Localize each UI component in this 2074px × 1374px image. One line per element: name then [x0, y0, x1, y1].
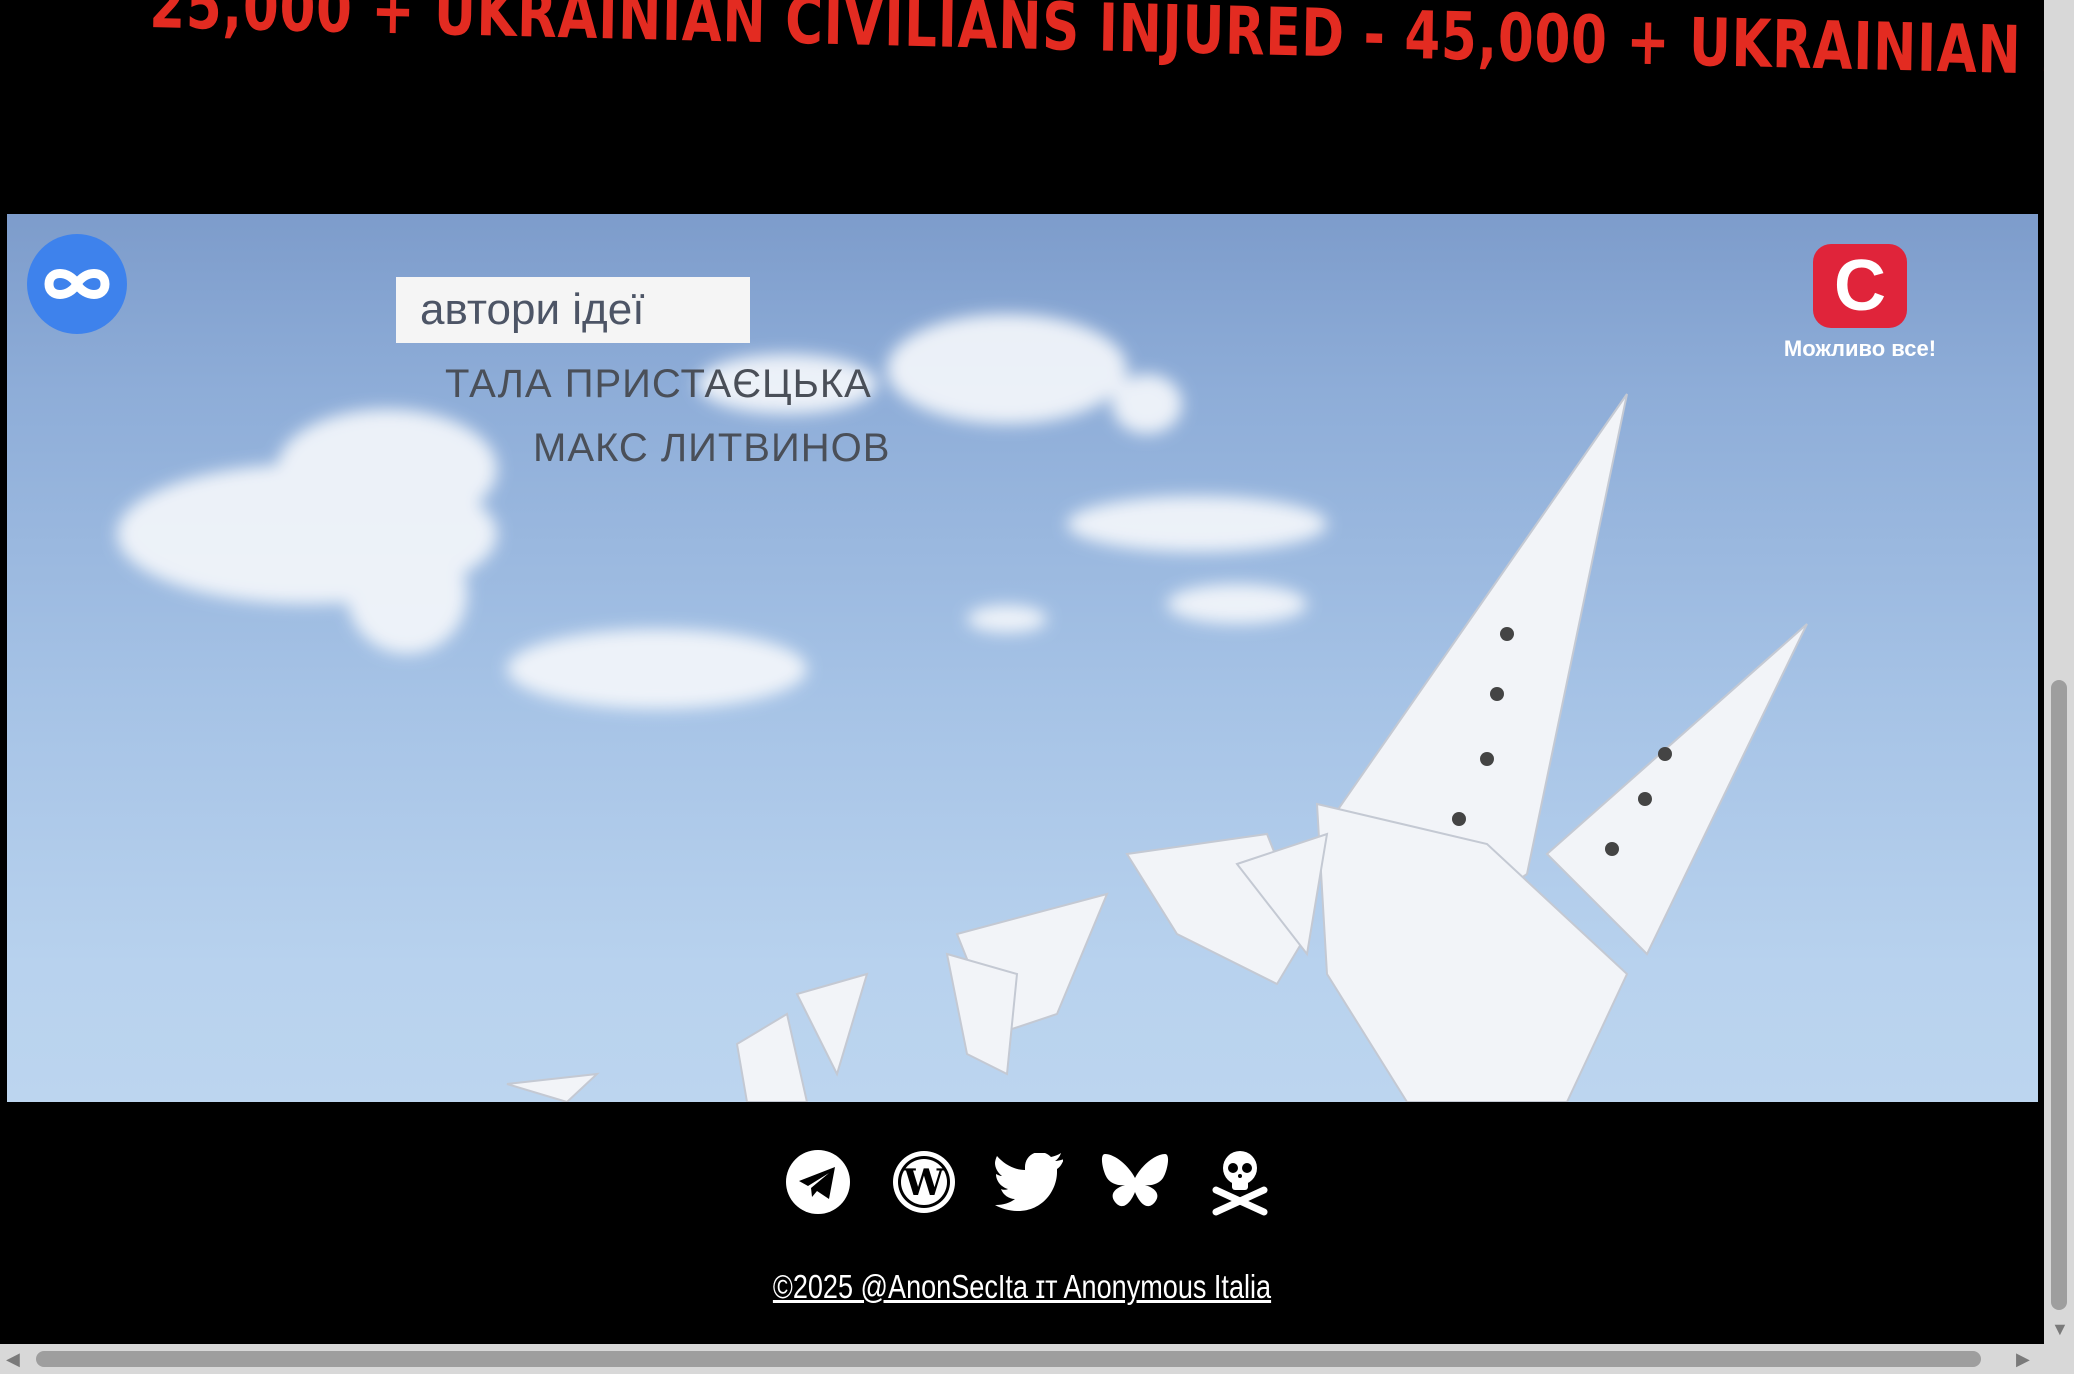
scroll-left-arrow-icon[interactable]: ◀: [6, 1349, 20, 1370]
video-frame-scene: [117, 314, 1808, 1102]
scroll-right-arrow-icon[interactable]: ▶: [2016, 1349, 2030, 1370]
video-player[interactable]: автори ідеї ТАЛА ПРИСТАЄЦЬКА МАКС ЛИТВИН…: [7, 214, 2038, 1102]
twitter-icon[interactable]: [993, 1146, 1065, 1218]
credits-label: автори ідеї: [396, 277, 750, 343]
news-ticker: 25,000 + UKRAINIAN CIVILIANS INJURED - 4…: [0, 0, 2044, 80]
credit-name: МАКС ЛИТВИНОВ: [533, 426, 891, 470]
horizontal-scroll-thumb[interactable]: [36, 1351, 1981, 1367]
infinity-icon: [27, 234, 127, 334]
station-slogan: Можливо все!: [1783, 336, 1937, 361]
vertical-scrollbar[interactable]: ▼: [2044, 0, 2074, 1344]
footer-link[interactable]: ©2025 @AnonSecIta ɪᴛ Anonymous Italia: [184, 1268, 1860, 1306]
ticker-text: 25,000 + UKRAINIAN CIVILIANS INJURED - 4…: [148, 0, 2044, 80]
telegram-icon[interactable]: [782, 1146, 854, 1218]
social-links: W: [782, 1146, 1276, 1218]
bluesky-icon[interactable]: [1099, 1146, 1171, 1218]
vertical-scroll-thumb[interactable]: [2051, 680, 2067, 1310]
tv-station-logo: С Можливо все!: [1775, 244, 1945, 362]
credit-name: ТАЛА ПРИСТАЄЦЬКА: [445, 362, 872, 406]
skull-crossbones-icon[interactable]: [1204, 1146, 1276, 1218]
horizontal-scrollbar[interactable]: ◀ ▶: [0, 1344, 2074, 1374]
svg-text:W: W: [902, 1162, 944, 1204]
wordpress-icon[interactable]: W: [888, 1146, 960, 1218]
scroll-down-arrow-icon[interactable]: ▼: [2051, 1320, 2069, 1338]
station-letter: С: [1813, 244, 1907, 328]
